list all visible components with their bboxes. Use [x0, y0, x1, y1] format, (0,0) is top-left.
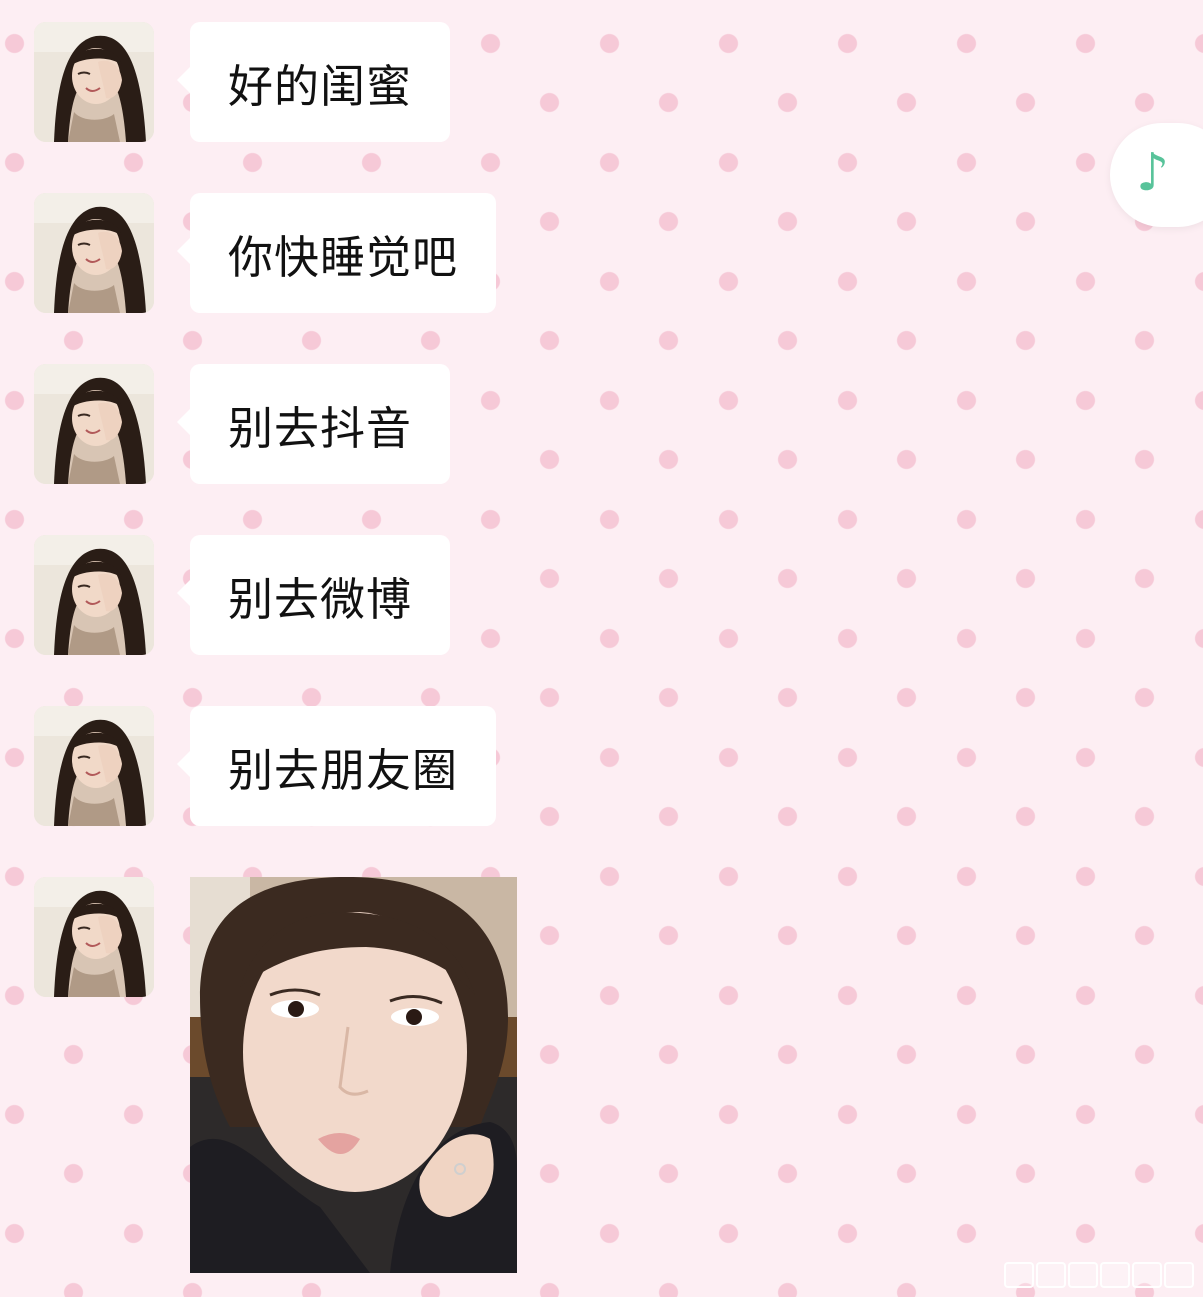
message-bubble[interactable]: 别去抖音	[176, 364, 451, 484]
message-bubble[interactable]: 别去朋友圈	[176, 706, 497, 826]
avatar[interactable]	[34, 535, 154, 655]
watermark	[1004, 1258, 1194, 1290]
floating-music-button[interactable]: ♪	[1110, 123, 1203, 227]
message-bubble[interactable]: 好的闺蜜	[176, 22, 451, 142]
chat-thread: 好的闺蜜 你快睡觉吧 别去抖音 别去微博 别去朋友圈	[0, 0, 1203, 1297]
avatar[interactable]	[34, 22, 154, 142]
message-bubble[interactable]: 你快睡觉吧	[176, 193, 497, 313]
avatar[interactable]	[34, 877, 154, 997]
avatar[interactable]	[34, 364, 154, 484]
avatar[interactable]	[34, 193, 154, 313]
message-bubble[interactable]: 别去微博	[176, 535, 451, 655]
avatar[interactable]	[34, 706, 154, 826]
music-note-icon: ♪	[1136, 143, 1170, 203]
image-message[interactable]	[190, 877, 517, 1273]
